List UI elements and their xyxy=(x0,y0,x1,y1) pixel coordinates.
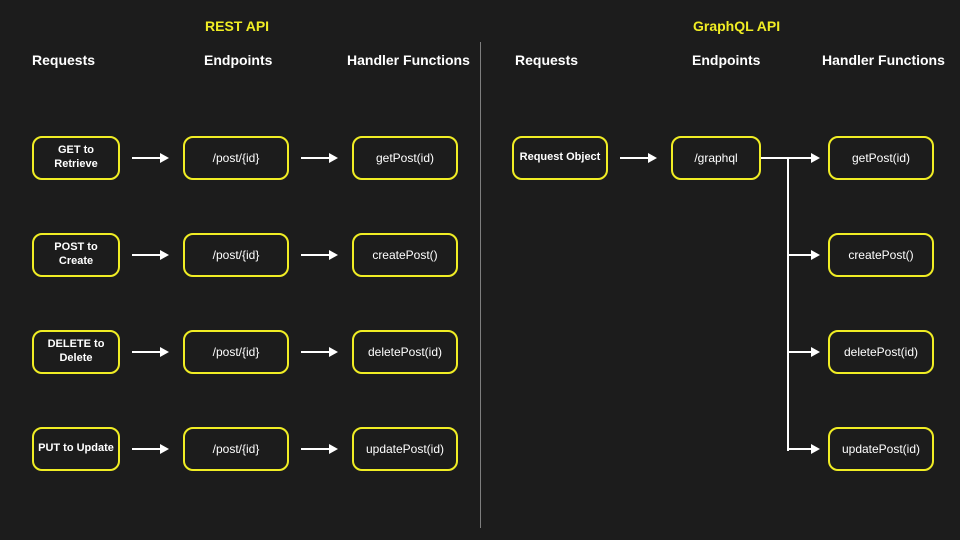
rest-col-requests: Requests xyxy=(32,52,95,68)
rest-endpoint-0: /post/{id} xyxy=(183,136,289,180)
arrow-icon xyxy=(132,250,169,260)
arrow-icon xyxy=(132,444,169,454)
gql-endpoint: /graphql xyxy=(671,136,761,180)
arrow-icon xyxy=(787,347,820,357)
arrow-icon xyxy=(301,444,338,454)
gql-handler-3: updatePost(id) xyxy=(828,427,934,471)
rest-handler-2: deletePost(id) xyxy=(352,330,458,374)
rest-handler-3: updatePost(id) xyxy=(352,427,458,471)
arrow-icon xyxy=(787,444,820,454)
gql-col-endpoints: Endpoints xyxy=(692,52,760,68)
gql-request: Request Object xyxy=(512,136,608,180)
rest-handler-1: createPost() xyxy=(352,233,458,277)
rest-request-0: GET to Retrieve xyxy=(32,136,120,180)
arrow-icon xyxy=(301,153,338,163)
arrow-icon xyxy=(301,347,338,357)
gql-handler-0: getPost(id) xyxy=(828,136,934,180)
rest-request-2: DELETE to Delete xyxy=(32,330,120,374)
gql-col-handlers: Handler Functions xyxy=(822,52,945,68)
divider xyxy=(480,42,481,528)
rest-col-handlers: Handler Functions xyxy=(347,52,470,68)
rest-request-1: POST to Create xyxy=(32,233,120,277)
gql-handler-1: createPost() xyxy=(828,233,934,277)
rest-endpoint-1: /post/{id} xyxy=(183,233,289,277)
rest-title: REST API xyxy=(205,18,269,34)
graphql-title: GraphQL API xyxy=(693,18,780,34)
gql-col-requests: Requests xyxy=(515,52,578,68)
diagram: REST API GraphQL API Requests Endpoints … xyxy=(0,0,960,540)
rest-endpoint-3: /post/{id} xyxy=(183,427,289,471)
gql-handler-2: deletePost(id) xyxy=(828,330,934,374)
arrow-icon xyxy=(301,250,338,260)
arrow-icon xyxy=(132,153,169,163)
arrow-icon xyxy=(132,347,169,357)
rest-request-3: PUT to Update xyxy=(32,427,120,471)
arrow-icon xyxy=(787,153,820,163)
rest-endpoint-2: /post/{id} xyxy=(183,330,289,374)
connector xyxy=(761,157,787,159)
connector xyxy=(787,157,789,451)
rest-col-endpoints: Endpoints xyxy=(204,52,272,68)
rest-handler-0: getPost(id) xyxy=(352,136,458,180)
arrow-icon xyxy=(620,153,657,163)
arrow-icon xyxy=(787,250,820,260)
